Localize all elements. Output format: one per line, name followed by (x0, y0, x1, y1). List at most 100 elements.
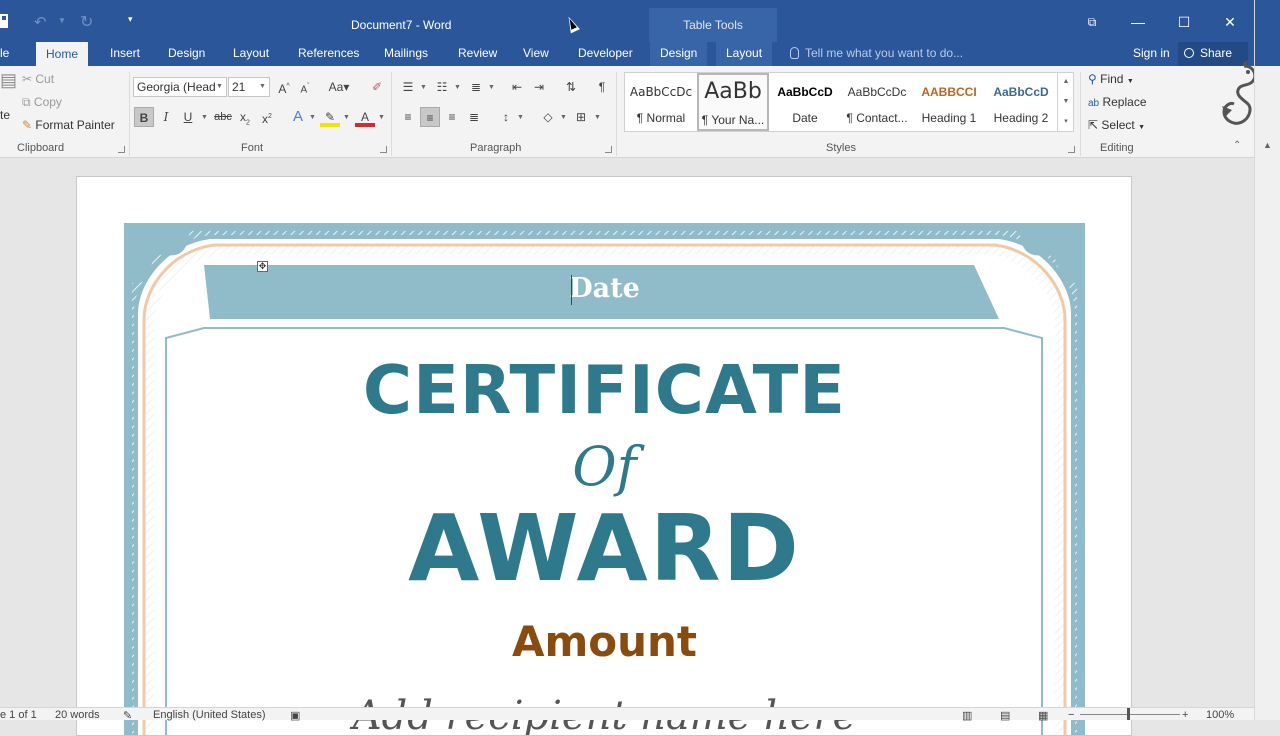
italic-button[interactable]: I (156, 107, 176, 127)
styles-launcher-icon[interactable] (1068, 146, 1075, 153)
style-heading-1[interactable]: AABBCCI Heading 1 (913, 73, 985, 131)
font-launcher-icon[interactable] (380, 146, 387, 153)
read-mode-icon[interactable]: ▥ (962, 709, 972, 722)
zoom-slider[interactable] (1080, 714, 1180, 715)
align-center-icon[interactable]: ≡ (420, 107, 440, 127)
tab-table-layout[interactable]: Layout (716, 42, 773, 66)
show-formatting-marks-icon[interactable]: ¶ (592, 77, 612, 97)
underline-button[interactable]: U (178, 107, 198, 127)
amount-field[interactable]: Amount (124, 617, 1085, 666)
save-icon[interactable] (0, 14, 10, 28)
scroll-up-icon[interactable]: ▲ (1058, 72, 1074, 92)
tell-me-box[interactable]: Tell me what you want to do... (790, 46, 963, 60)
replace-button[interactable]: ab Replace (1088, 95, 1147, 109)
align-left-icon[interactable]: ≡ (398, 107, 418, 127)
shading-icon[interactable]: ◇ (538, 107, 558, 127)
zoom-in-icon[interactable]: + (1182, 709, 1188, 721)
word-count[interactable]: 20 words (55, 709, 100, 721)
macro-icon[interactable]: ▣ (290, 709, 300, 722)
chevron-down-icon[interactable]: ▼ (378, 114, 385, 121)
collapse-ribbon-icon[interactable]: ⌃ (1233, 140, 1241, 151)
tab-view[interactable]: View (513, 42, 559, 66)
strikethrough-button[interactable]: abc (212, 107, 234, 127)
chevron-down-icon[interactable]: ▼ (309, 114, 316, 121)
certificate-heading[interactable]: CERTIFICATE (124, 351, 1085, 429)
style-normal[interactable]: AaBbCcDc ¶ Normal (625, 73, 697, 131)
sign-in-link[interactable]: Sign in (1133, 46, 1170, 60)
paste-icon[interactable]: ▤ (0, 70, 17, 91)
cut-button[interactable]: ✂ Cut (22, 72, 54, 86)
ribbon-display-options-icon[interactable]: ⧉ (1082, 12, 1102, 32)
undo-icon[interactable]: ↶ (34, 13, 47, 31)
print-layout-icon[interactable]: ▤ (1000, 709, 1010, 722)
tab-insert[interactable]: Insert (100, 42, 150, 66)
chevron-down-icon[interactable]: ▼ (517, 114, 524, 121)
chevron-down-icon[interactable]: ▼ (488, 84, 495, 91)
find-button[interactable]: ⚲ Find ▼ (1088, 72, 1134, 86)
customize-quick-access-icon[interactable]: ▾ (128, 14, 133, 25)
paragraph-launcher-icon[interactable] (605, 146, 612, 153)
text-effects-icon[interactable]: A (288, 107, 308, 127)
vertical-scrollbar[interactable]: ▲ (1254, 0, 1280, 720)
select-button[interactable]: ⇱ Select ▼ (1088, 118, 1145, 132)
tab-home[interactable]: Home (36, 42, 89, 66)
zoom-slider-thumb[interactable] (1127, 708, 1130, 720)
clear-formatting-icon[interactable]: ✐ (367, 77, 387, 97)
multilevel-list-icon[interactable]: ≣ (466, 77, 486, 97)
tab-review[interactable]: Review (448, 42, 507, 66)
line-spacing-icon[interactable]: ↕ (496, 107, 516, 127)
chevron-down-icon[interactable]: ▼ (343, 114, 350, 121)
grow-font-icon[interactable]: A^ (274, 77, 294, 97)
table-move-handle-icon[interactable]: ✥ (257, 261, 268, 272)
tab-layout[interactable]: Layout (223, 42, 279, 66)
document-page[interactable]: Date ✥ CERTIFICATE Of AWARD Amount Add r… (76, 176, 1132, 736)
borders-icon[interactable]: ⊞ (571, 107, 591, 127)
more-styles-icon[interactable]: ▾ (1058, 112, 1074, 132)
style-heading-2[interactable]: AaBbCcD Heading 2 (985, 73, 1057, 131)
style-contact[interactable]: AaBbCcDc ¶ Contact... (841, 73, 913, 131)
tab-table-design[interactable]: Design (650, 42, 708, 66)
chevron-down-icon[interactable]: ▼ (259, 83, 266, 90)
tab-mailings[interactable]: Mailings (374, 42, 438, 66)
decrease-indent-icon[interactable]: ⇤ (507, 77, 527, 97)
tab-references[interactable]: References (288, 42, 369, 66)
increase-indent-icon[interactable]: ⇥ (529, 77, 549, 97)
award-heading[interactable]: AWARD (124, 495, 1085, 602)
font-family-select[interactable]: Georgia (Head (133, 77, 227, 97)
superscript-button[interactable]: x2 (257, 107, 277, 127)
numbering-icon[interactable]: ☷ (432, 77, 452, 97)
chevron-down-icon[interactable]: ▼ (594, 114, 601, 121)
zoom-out-icon[interactable]: − (1068, 709, 1074, 721)
chevron-down-icon[interactable]: ▼ (454, 84, 461, 91)
maximize-icon[interactable]: ☐ (1174, 12, 1194, 32)
chevron-down-icon[interactable]: ▼ (216, 83, 223, 90)
tab-developer[interactable]: Developer (568, 42, 643, 66)
format-painter-button[interactable]: ✎ Format Painter (22, 118, 115, 132)
date-heading[interactable]: Date (124, 273, 1085, 304)
font-color-icon[interactable]: A (355, 107, 375, 127)
bullets-icon[interactable]: ☰ (398, 77, 418, 97)
chevron-down-icon[interactable]: ▼ (58, 16, 66, 25)
bold-button[interactable]: B (134, 107, 154, 127)
shrink-font-icon[interactable]: Aˇ (295, 77, 315, 97)
of-heading[interactable]: Of (124, 435, 1085, 498)
copy-button[interactable]: ⧉ Copy (22, 95, 62, 110)
redo-icon[interactable]: ↻ (80, 12, 93, 32)
sort-icon[interactable]: ⇅ (561, 77, 581, 97)
chevron-down-icon[interactable]: ▼ (201, 114, 208, 121)
chevron-down-icon[interactable]: ▼ (420, 84, 427, 91)
scroll-down-icon[interactable]: ▼ (1058, 92, 1074, 112)
align-right-icon[interactable]: ≡ (442, 107, 462, 127)
tab-design[interactable]: Design (158, 42, 215, 66)
tab-file[interactable]: le (0, 42, 19, 66)
justify-icon[interactable]: ≣ (464, 107, 484, 127)
scroll-up-icon[interactable]: ▲ (1263, 140, 1272, 150)
close-icon[interactable]: ✕ (1220, 12, 1240, 32)
highlight-color-icon[interactable]: ✎ (320, 107, 340, 127)
language[interactable]: English (United States) (153, 709, 266, 721)
chevron-down-icon[interactable]: ▼ (560, 114, 567, 121)
page-count[interactable]: e 1 of 1 (0, 709, 37, 721)
style-your-name[interactable]: AaBb ¶ Your Na... (697, 73, 769, 131)
style-date[interactable]: AaBbCcD Date (769, 73, 841, 131)
web-layout-icon[interactable]: ▦ (1038, 709, 1048, 722)
